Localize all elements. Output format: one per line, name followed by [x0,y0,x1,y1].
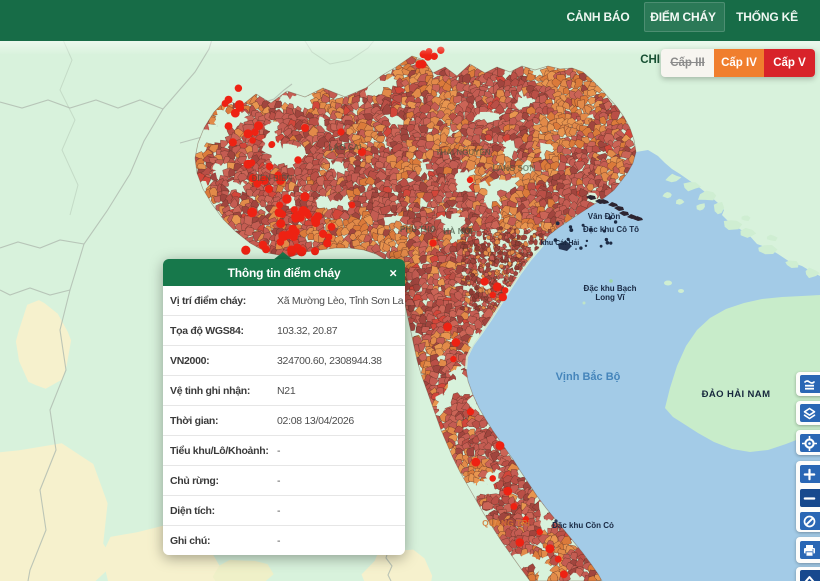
svg-text:LÀO CAI: LÀO CAI [329,143,362,152]
svg-text:THÁI NGUYÊN: THÁI NGUYÊN [435,148,490,157]
svg-text:QUẢNG TRị: QUẢNG TRị [482,517,530,528]
svg-text:Đặc khu Bạch: Đặc khu Bạch [584,284,637,293]
svg-text:ĐIỆN BIÊN: ĐIỆN BIÊN [252,174,293,183]
svg-text:Đặc khu Cồn Cỏ: Đặc khu Cồn Cỏ [552,521,614,530]
svg-text:khu Cát Hải: khu Cát Hải [541,240,580,247]
svg-text:Vân Đồn: Vân Đồn [588,212,621,221]
svg-text:ĐẢO HẢI NAM: ĐẢO HẢI NAM [702,388,771,400]
svg-text:PHÚ THỌ: PHÚ THỌ [400,225,436,234]
svg-text:LẠNG SƠN: LẠNG SƠN [493,164,536,173]
svg-text:Đặc khu Cô Tô: Đặc khu Cô Tô [583,225,639,234]
svg-text:Vịnh Bắc Bộ: Vịnh Bắc Bộ [556,370,621,383]
svg-text:Long Vĩ: Long Vĩ [595,293,625,302]
svg-text:HÀ NỘI: HÀ NỘI [443,225,473,236]
